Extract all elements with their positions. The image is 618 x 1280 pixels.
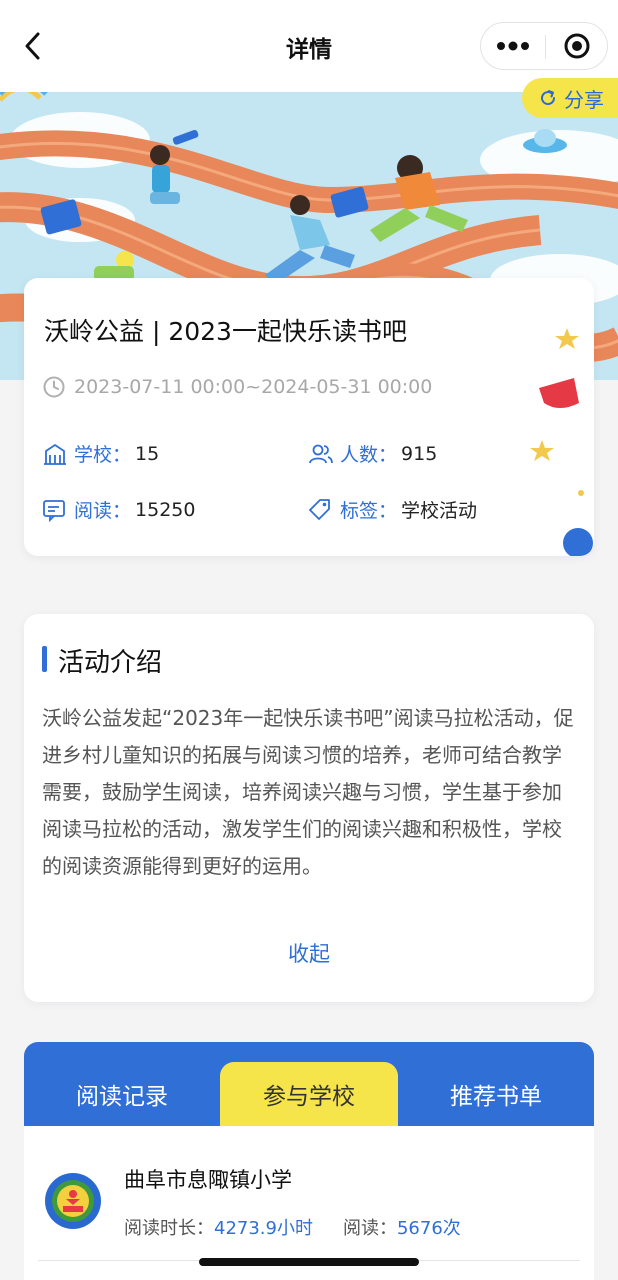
- nav-bar: 详情: [0, 0, 618, 92]
- activity-date-range: 2023-07-11 00:00~2024-05-31 00:00: [74, 376, 433, 398]
- school-duration-value: 4273.9小时: [214, 1218, 313, 1239]
- home-indicator: [199, 1258, 419, 1266]
- stat-school-value: 15: [135, 442, 160, 465]
- tab-recommended-books[interactable]: 推荐书单: [398, 1062, 594, 1126]
- mini-program-capsule: [480, 22, 608, 70]
- more-button[interactable]: [481, 23, 545, 69]
- stat-people-label: 人数：: [340, 444, 398, 466]
- school-building-icon: [44, 443, 66, 465]
- school-name: 曲阜市息陬镇小学: [124, 1168, 292, 1192]
- stat-reading-value: 15250: [135, 498, 196, 521]
- school-duration-label: 阅读时长：: [124, 1218, 214, 1239]
- intro-heading: 活动介绍: [58, 648, 163, 678]
- more-dots-icon: [497, 41, 529, 51]
- share-label: 分享: [564, 87, 604, 112]
- tab-participating-schools[interactable]: 参与学校: [220, 1062, 398, 1126]
- message-icon: [43, 499, 65, 522]
- decorative-stickers: [530, 328, 593, 556]
- stat-reading-label: 阅读：: [74, 500, 132, 522]
- tab-bar: 阅读记录 参与学校 推荐书单: [24, 1042, 594, 1126]
- stat-school-label: 学校：: [74, 444, 132, 466]
- stat-tag-label: 标签：: [340, 500, 398, 522]
- section-accent-bar: [42, 646, 47, 672]
- close-program-button[interactable]: [546, 23, 608, 69]
- stat-school: 学校： 15: [42, 440, 159, 467]
- stat-tag-value: 学校活动: [401, 500, 478, 522]
- tag-icon: [309, 498, 330, 520]
- school-logo: [45, 1173, 101, 1229]
- stat-people: 人数： 915: [308, 440, 437, 467]
- clock-icon: [43, 376, 65, 398]
- activity-title: 沃岭公益 | 2023一起快乐读书吧: [44, 317, 407, 346]
- intro-text: 沃岭公益发起“2023年一起快乐读书吧”阅读马拉松活动，促进乡村儿童知识的拓展与…: [42, 706, 574, 878]
- activity-date-row: 2023-07-11 00:00~2024-05-31 00:00: [42, 375, 432, 399]
- stat-tag: 标签： 学校活动: [308, 496, 477, 523]
- activity-info-card: 沃岭公益 | 2023一起快乐读书吧 2023-07-11 00:00~2024…: [24, 278, 594, 556]
- school-meta: 阅读时长： 4273.9小时 阅读： 5676次: [124, 1214, 461, 1240]
- school-reads-label: 阅读：: [342, 1218, 397, 1239]
- tabs-card: 阅读记录 参与学校 推荐书单 曲阜市息陬镇小学 阅读时长： 4273.9小时 阅…: [24, 1042, 594, 1280]
- collapse-button[interactable]: 收起: [0, 938, 618, 968]
- target-icon: [564, 33, 590, 59]
- stat-reading: 阅读： 15250: [42, 496, 195, 523]
- share-button[interactable]: 分享: [522, 78, 618, 118]
- school-reads-value: 5676次: [396, 1218, 461, 1239]
- people-icon: [309, 444, 333, 463]
- stat-people-value: 915: [401, 442, 438, 465]
- meta-spacer: [313, 1214, 343, 1240]
- refresh-share-icon: [541, 90, 556, 106]
- tab-reading-records[interactable]: 阅读记录: [24, 1062, 220, 1126]
